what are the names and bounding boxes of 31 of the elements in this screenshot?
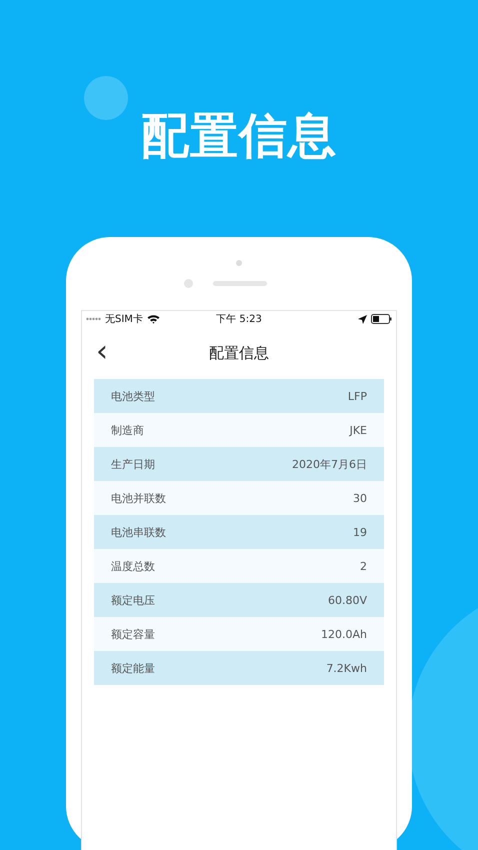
row-value: 120.0Ah bbox=[321, 628, 367, 640]
row-label: 电池并联数 bbox=[111, 490, 166, 506]
row-value: 60.80V bbox=[328, 594, 367, 606]
row-label: 生产日期 bbox=[111, 456, 155, 472]
row-value: 2020年7月6日 bbox=[292, 456, 367, 472]
page-title: 配置信息 bbox=[209, 344, 269, 362]
row-value: 19 bbox=[353, 526, 367, 538]
row-label: 额定容量 bbox=[111, 626, 155, 642]
row-label: 电池串联数 bbox=[111, 524, 166, 540]
row-value: LFP bbox=[348, 390, 367, 402]
status-time: 下午 5:23 bbox=[215, 313, 263, 326]
speaker-icon bbox=[212, 281, 266, 286]
carrier-text: 无SIM卡 bbox=[105, 312, 143, 326]
signal-icon bbox=[86, 317, 101, 321]
row-label: 额定电压 bbox=[111, 592, 155, 608]
row-value: JKE bbox=[350, 424, 367, 436]
row-value: 30 bbox=[353, 492, 367, 504]
row-label: 制造商 bbox=[111, 422, 144, 438]
camera-icon bbox=[184, 279, 192, 288]
back-button[interactable]: ‹ bbox=[92, 337, 112, 367]
decor-circle bbox=[84, 76, 128, 120]
sensor-icon bbox=[236, 260, 242, 266]
headline: 配置信息 bbox=[141, 107, 337, 166]
row-label: 额定能量 bbox=[111, 660, 155, 676]
row-label: 温度总数 bbox=[111, 558, 155, 574]
location-icon bbox=[358, 314, 367, 324]
battery-icon bbox=[371, 314, 392, 324]
row-value: 7.2Kwh bbox=[326, 662, 367, 674]
wifi-icon bbox=[146, 314, 160, 324]
row-value: 2 bbox=[360, 560, 367, 572]
row-label: 电池类型 bbox=[111, 388, 155, 404]
